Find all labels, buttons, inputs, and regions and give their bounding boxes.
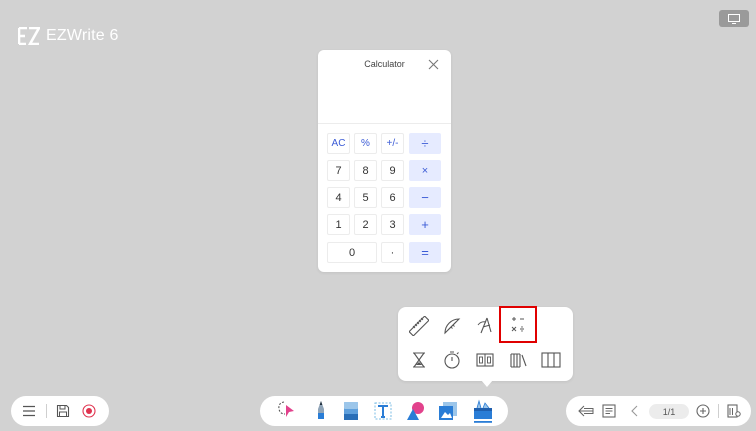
page-indicator: 1/1 — [649, 404, 689, 419]
undo-arrow-icon — [578, 405, 594, 417]
key-multiply[interactable]: × — [409, 160, 441, 181]
lasso-select-icon — [278, 401, 294, 417]
key-plus[interactable]: + — [409, 214, 441, 235]
toolbox-icon — [474, 399, 492, 423]
stopwatch-icon — [444, 351, 460, 369]
calculator-display — [318, 74, 451, 124]
key-ac[interactable]: AC — [327, 133, 350, 154]
page-toolbar: 1/1 — [566, 396, 751, 426]
key-5[interactable]: 5 — [354, 187, 377, 208]
select-tool-button[interactable] — [274, 396, 298, 426]
app-logo: EZWrite 6 — [18, 27, 119, 45]
eraser-tool-button[interactable] — [339, 396, 363, 426]
add-page-button[interactable] — [694, 396, 712, 426]
tools-button[interactable] — [470, 396, 496, 426]
key-4[interactable]: 4 — [327, 187, 350, 208]
screen-share-button[interactable] — [719, 10, 749, 27]
protractor-button[interactable] — [441, 315, 463, 337]
books-icon — [510, 353, 527, 368]
books-button[interactable] — [507, 349, 529, 371]
hourglass-button[interactable] — [408, 349, 430, 371]
columns-icon — [541, 352, 561, 368]
compass-button[interactable] — [474, 315, 496, 337]
pen-tool-button[interactable] — [309, 396, 333, 426]
chevron-left-icon — [631, 405, 638, 417]
key-dot[interactable]: · — [381, 242, 404, 263]
calculator-tool-button[interactable] — [499, 306, 537, 343]
bottom-left-toolbar — [11, 396, 109, 426]
key-percent[interactable]: % — [354, 133, 377, 154]
calculator-window: Calculator AC % +/- ÷ 7 8 9 × 4 5 6 − 1 … — [318, 50, 451, 272]
columns-button[interactable] — [540, 349, 562, 371]
key-0[interactable]: 0 — [327, 242, 377, 263]
save-icon — [56, 404, 70, 418]
hamburger-menu-icon — [23, 405, 35, 417]
shape-tool-button[interactable] — [403, 396, 427, 426]
undo-button[interactable] — [576, 396, 596, 426]
toolbar-divider — [46, 404, 47, 418]
ruler-button[interactable] — [408, 315, 430, 337]
hourglass-icon — [413, 352, 425, 368]
key-plusminus[interactable]: +/- — [381, 133, 404, 154]
stopwatch-button[interactable] — [441, 349, 463, 371]
key-7[interactable]: 7 — [327, 160, 350, 181]
record-icon — [82, 404, 96, 418]
calculator-close-button[interactable] — [426, 57, 440, 71]
record-button[interactable] — [79, 396, 99, 426]
ruler-icon — [409, 316, 429, 336]
save-button[interactable] — [53, 396, 73, 426]
page-list-button[interactable] — [599, 396, 619, 426]
ez-logo-icon — [18, 27, 40, 45]
protractor-icon — [444, 318, 461, 335]
main-toolbar — [260, 396, 508, 426]
key-2[interactable]: 2 — [354, 214, 377, 235]
key-equals[interactable]: = — [409, 242, 441, 263]
scoreboard-button[interactable] — [474, 349, 496, 371]
key-divide[interactable]: ÷ — [409, 133, 441, 154]
key-8[interactable]: 8 — [354, 160, 377, 181]
compass-icon — [477, 317, 492, 334]
screen-icon — [728, 13, 740, 24]
popup-arrow — [481, 380, 493, 387]
plus-circle-icon — [696, 404, 710, 418]
shapes-icon — [407, 402, 424, 420]
image-icon — [439, 402, 457, 420]
page-settings-button[interactable] — [724, 396, 744, 426]
page-list-icon — [602, 404, 616, 418]
previous-page-button[interactable] — [626, 396, 644, 426]
toolbar-divider — [718, 404, 719, 418]
key-6[interactable]: 6 — [381, 187, 404, 208]
key-3[interactable]: 3 — [381, 214, 404, 235]
key-1[interactable]: 1 — [327, 214, 350, 235]
text-icon — [374, 402, 392, 420]
pen-icon — [318, 401, 324, 419]
page-settings-icon — [727, 404, 741, 418]
eraser-icon — [344, 402, 358, 420]
insert-image-button[interactable] — [436, 396, 460, 426]
scoreboard-icon — [476, 353, 494, 367]
key-minus[interactable]: − — [409, 187, 441, 208]
key-9[interactable]: 9 — [381, 160, 404, 181]
tools-popup — [398, 306, 573, 387]
text-tool-button[interactable] — [371, 396, 395, 426]
menu-button[interactable] — [19, 396, 39, 426]
app-logo-text: EZWrite 6 — [46, 27, 119, 44]
close-icon — [428, 59, 438, 69]
calculator-icon — [511, 316, 524, 332]
